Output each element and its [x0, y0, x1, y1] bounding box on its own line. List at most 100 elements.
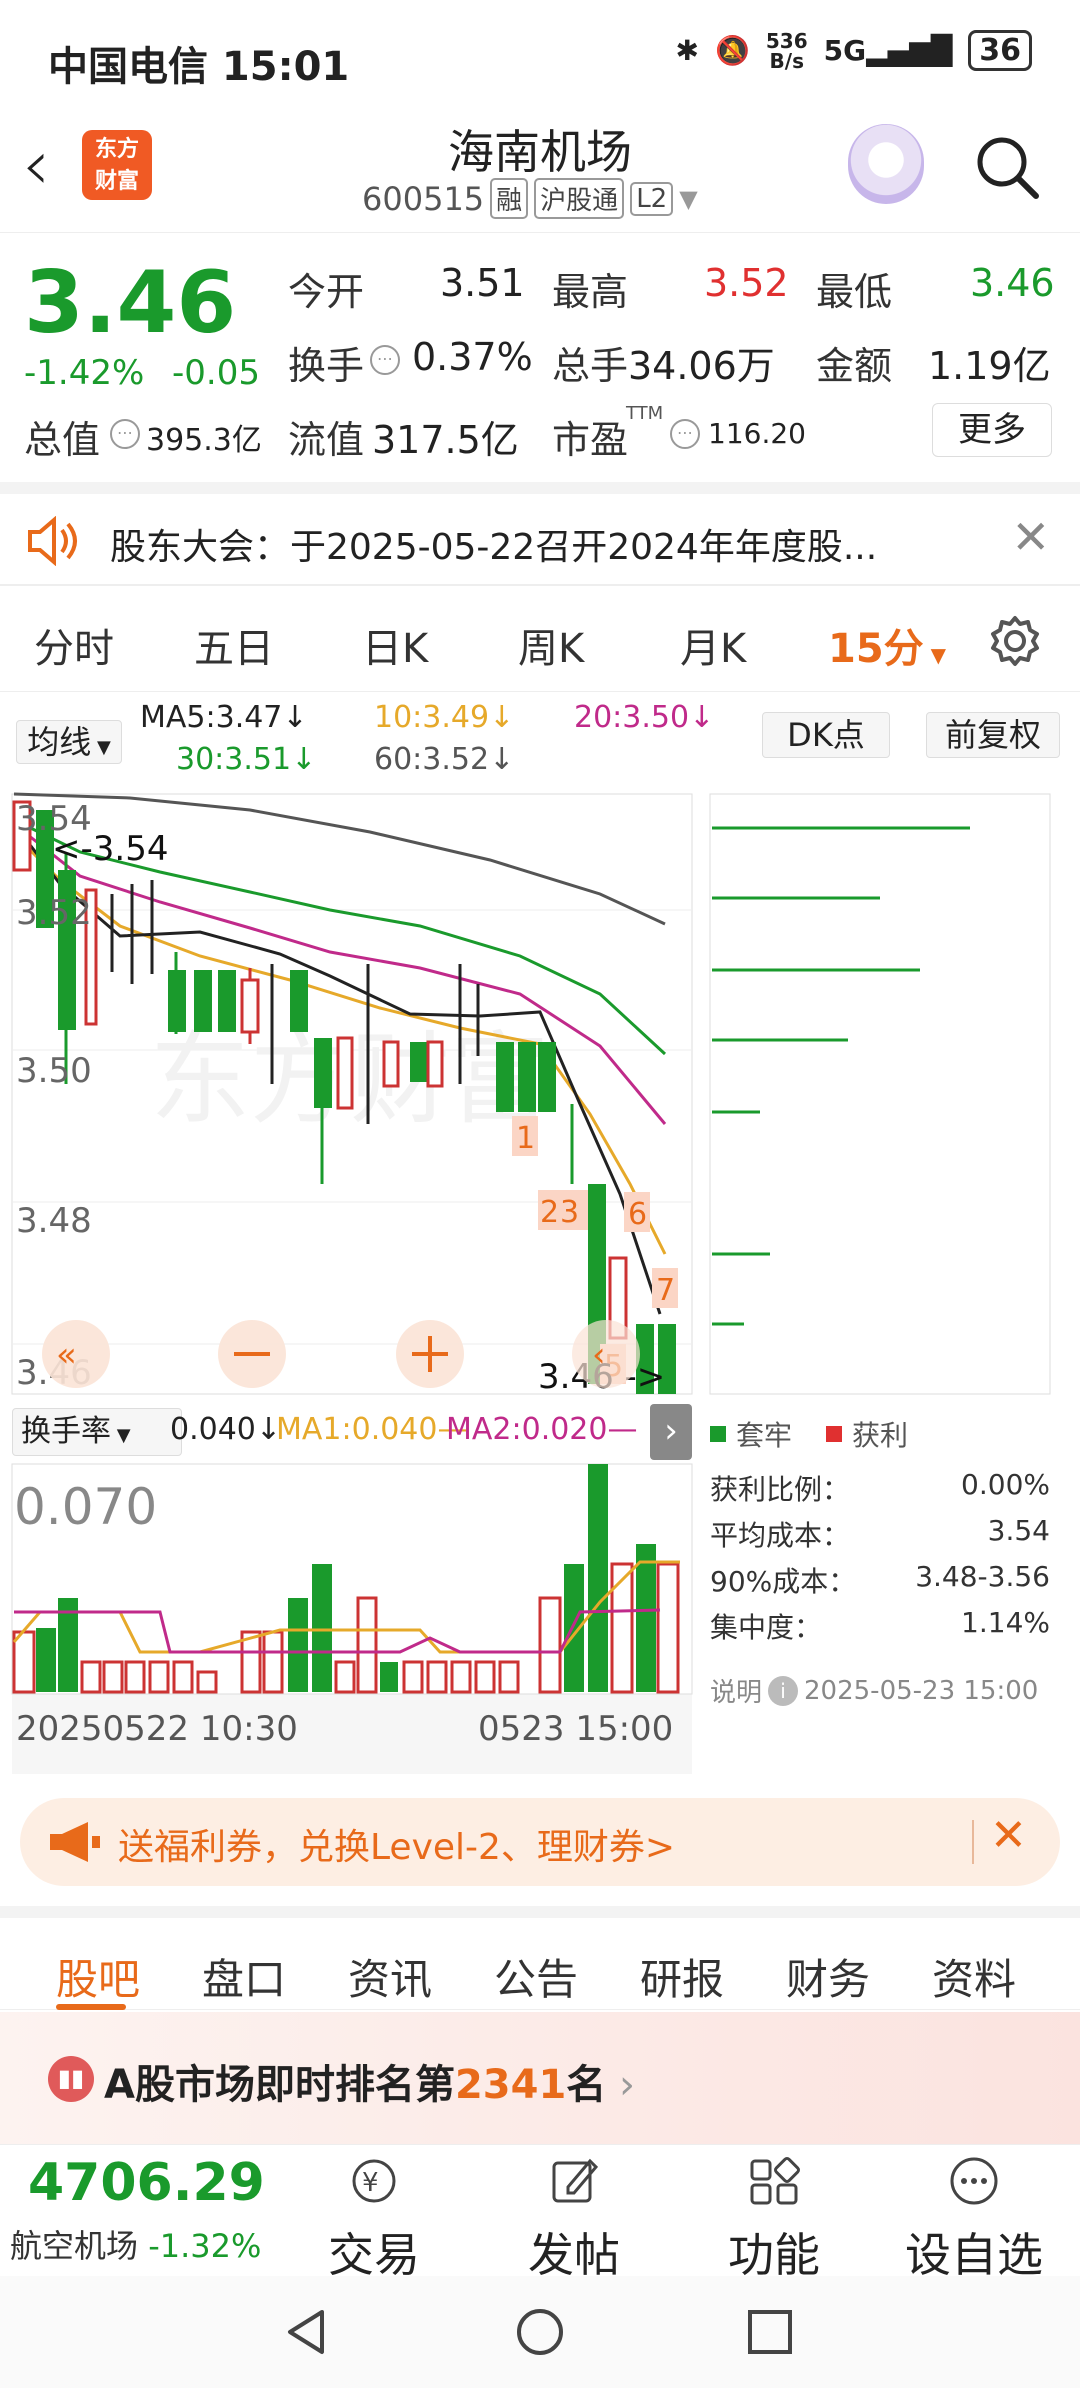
dropdown-icon[interactable]: ▼ [679, 185, 697, 213]
last-price: 3.46 [24, 253, 237, 353]
tab-15min[interactable]: 15分 ▼ [828, 616, 946, 674]
tab-research[interactable]: 研报 [640, 1946, 724, 2007]
market-rank-bar[interactable]: ▮▮ A股市场即时排名第2341名 › [0, 2012, 1080, 2144]
tab-financials[interactable]: 财务 [786, 1946, 870, 2007]
close-icon[interactable]: ✕ [990, 1810, 1027, 1861]
tab-weekly[interactable]: 周K [518, 616, 584, 674]
time-axis-left: 20250522 10:30 [16, 1709, 298, 1749]
pe-value: 116.20 [708, 417, 806, 450]
volume-value: 34.06万 [628, 344, 775, 388]
info-icon[interactable]: ⋯ [370, 345, 400, 375]
low-value: 3.46 [970, 261, 1055, 305]
nav-add-watchlist[interactable]: 设自选 [904, 2153, 1044, 2285]
float-value: 317.5亿 [372, 418, 519, 462]
svg-text:¥: ¥ [362, 2168, 379, 2198]
chip-legend: 套牢 获利 [710, 1414, 908, 1454]
sector-index-value[interactable]: 4706.29 [28, 2153, 265, 2213]
rank-text: A股市场即时排名第2341名 › [104, 2062, 636, 2108]
svg-text:«: « [56, 1335, 77, 1375]
status-bar: 中国电信 15:01 ✱ 🔕 536 B/s 5G▂▄▆█ 36 [0, 0, 1080, 112]
nav-post[interactable]: 发帖 [504, 2153, 644, 2285]
ma60-value: 60:3.52↓ [374, 742, 515, 777]
pe-sup: TTM [626, 403, 664, 424]
amount-label: 金额 [816, 344, 893, 388]
tab-monthly[interactable]: 月K [680, 616, 746, 674]
system-home-icon[interactable] [514, 2306, 566, 2358]
trapped-label: 套牢 [736, 1419, 793, 1452]
tab-forum[interactable]: 股吧 [56, 1946, 140, 2007]
ma30-value: 30:3.51↓ [176, 742, 317, 777]
svg-text:3.48: 3.48 [16, 1201, 92, 1241]
open-value: 3.51 [440, 261, 525, 305]
rank-chart-icon: ▮▮ [48, 2056, 94, 2102]
connect-tag: 沪股通 [534, 178, 625, 219]
info-icon: i [768, 1675, 799, 1706]
tab-announcements[interactable]: 公告 [494, 1946, 578, 2007]
profit-label: 获利 [852, 1419, 909, 1452]
status-icons: ✱ 🔕 536 B/s 5G▂▄▆█ 36 [676, 30, 1032, 71]
turnover-ma2: MA2:0.020— [446, 1412, 638, 1447]
yen-exchange-icon: ¥ [352, 2159, 396, 2203]
grid-icon [750, 2157, 800, 2205]
tab-profile[interactable]: 资料 [932, 1946, 1016, 2007]
time-axis-mid: 0523 15:00 [478, 1709, 673, 1749]
dk-point-button[interactable]: DK点 [762, 712, 890, 758]
profit-swatch [826, 1426, 843, 1442]
system-back-icon[interactable] [282, 2306, 334, 2358]
info-icon[interactable]: ⋯ [110, 419, 140, 449]
nav-features[interactable]: 功能 [704, 2153, 844, 2285]
turnover-ma1: MA1:0.040— [276, 1412, 468, 1447]
svg-text:3.52: 3.52 [16, 893, 92, 933]
divider [972, 1820, 974, 1864]
mute-icon: 🔕 [715, 34, 750, 67]
open-label: 今开 [288, 270, 365, 314]
turnover-value: 0.040↓ [170, 1412, 282, 1447]
ma-select-button[interactable]: 均线 ▼ [16, 720, 122, 764]
back-icon [572, 1320, 640, 1388]
promo-banner[interactable]: 送福利券，兑换Level-2、理财券> ✕ [20, 1798, 1060, 1886]
search-icon[interactable] [974, 134, 1040, 200]
ma20-value: 20:3.50↓ [574, 700, 715, 735]
level2-tag[interactable]: L2 [630, 181, 674, 216]
chip-note-label: 说明 [710, 1678, 763, 1708]
turnover-value: 0.37% [412, 335, 533, 379]
volume-label: 总手 [552, 344, 629, 388]
ma-legend: 均线 ▼ MA5:3.47↓ 10:3.49↓ 20:3.50↓ 30:3.51… [0, 694, 1080, 784]
close-icon[interactable]: ✕ [1011, 510, 1050, 564]
system-nav-bar [0, 2276, 1080, 2388]
quote-panel: 3.46 -1.42% -0.05 今开 3.51 最高 3.52 最低 3.4… [0, 232, 1080, 482]
tab-5day[interactable]: 五日 [194, 616, 274, 674]
active-tab-indicator [56, 2004, 126, 2010]
info-icon[interactable]: ⋯ [670, 419, 700, 449]
sector-index-name[interactable]: 航空机场 -1.32% [10, 2221, 261, 2267]
svg-text:‹: ‹ [592, 1335, 606, 1375]
promo-text: 送福利券，兑换Level-2、理财券> [118, 1827, 676, 1868]
amount-value: 1.19亿 [928, 344, 1051, 388]
system-recent-icon[interactable] [744, 2306, 796, 2358]
tab-intraday[interactable]: 分时 [34, 616, 114, 674]
float-label: 流值 [288, 418, 365, 462]
chip-distribution-area [709, 793, 1051, 1395]
speaker-icon [28, 516, 77, 566]
tab-daily[interactable]: 日K [362, 616, 428, 674]
trapped-swatch [710, 1426, 726, 1442]
nav-trade[interactable]: ¥ 交易 [304, 2153, 444, 2285]
kline-chart[interactable]: 东方财富 1 23 [0, 784, 1080, 1404]
mktcap-value: 395.3亿 [146, 423, 262, 458]
bluetooth-icon: ✱ [675, 34, 700, 67]
turnover-indicator-select[interactable]: 换手率 ▼ [12, 1408, 182, 1456]
notice-bar[interactable]: 股东大会：于2025-05-22召开2024年年度股... ✕ [0, 482, 1080, 586]
more-button[interactable]: 更多 [932, 403, 1052, 457]
chip-note[interactable]: 说明 i 2025-05-23 15:00 [710, 1672, 1038, 1709]
svg-text:7: 7 [656, 1273, 675, 1308]
chip-stats: 获利比例： 0.00% 平均成本： 3.54 90%成本： 3.48-3.56 集中度… [710, 1468, 1050, 1652]
carrier-time: 中国电信 15:01 [48, 44, 350, 90]
assistant-avatar-icon[interactable] [848, 124, 924, 204]
high-value: 3.52 [704, 261, 789, 305]
tab-news[interactable]: 资讯 [348, 1946, 432, 2007]
expand-indicator-icon[interactable]: › [650, 1404, 692, 1460]
svg-text:3: 3 [560, 1195, 579, 1230]
adjust-price-button[interactable]: 前复权 [926, 712, 1060, 758]
settings-gear-icon[interactable] [988, 614, 1042, 668]
tab-orderbook[interactable]: 盘口 [202, 1946, 286, 2007]
